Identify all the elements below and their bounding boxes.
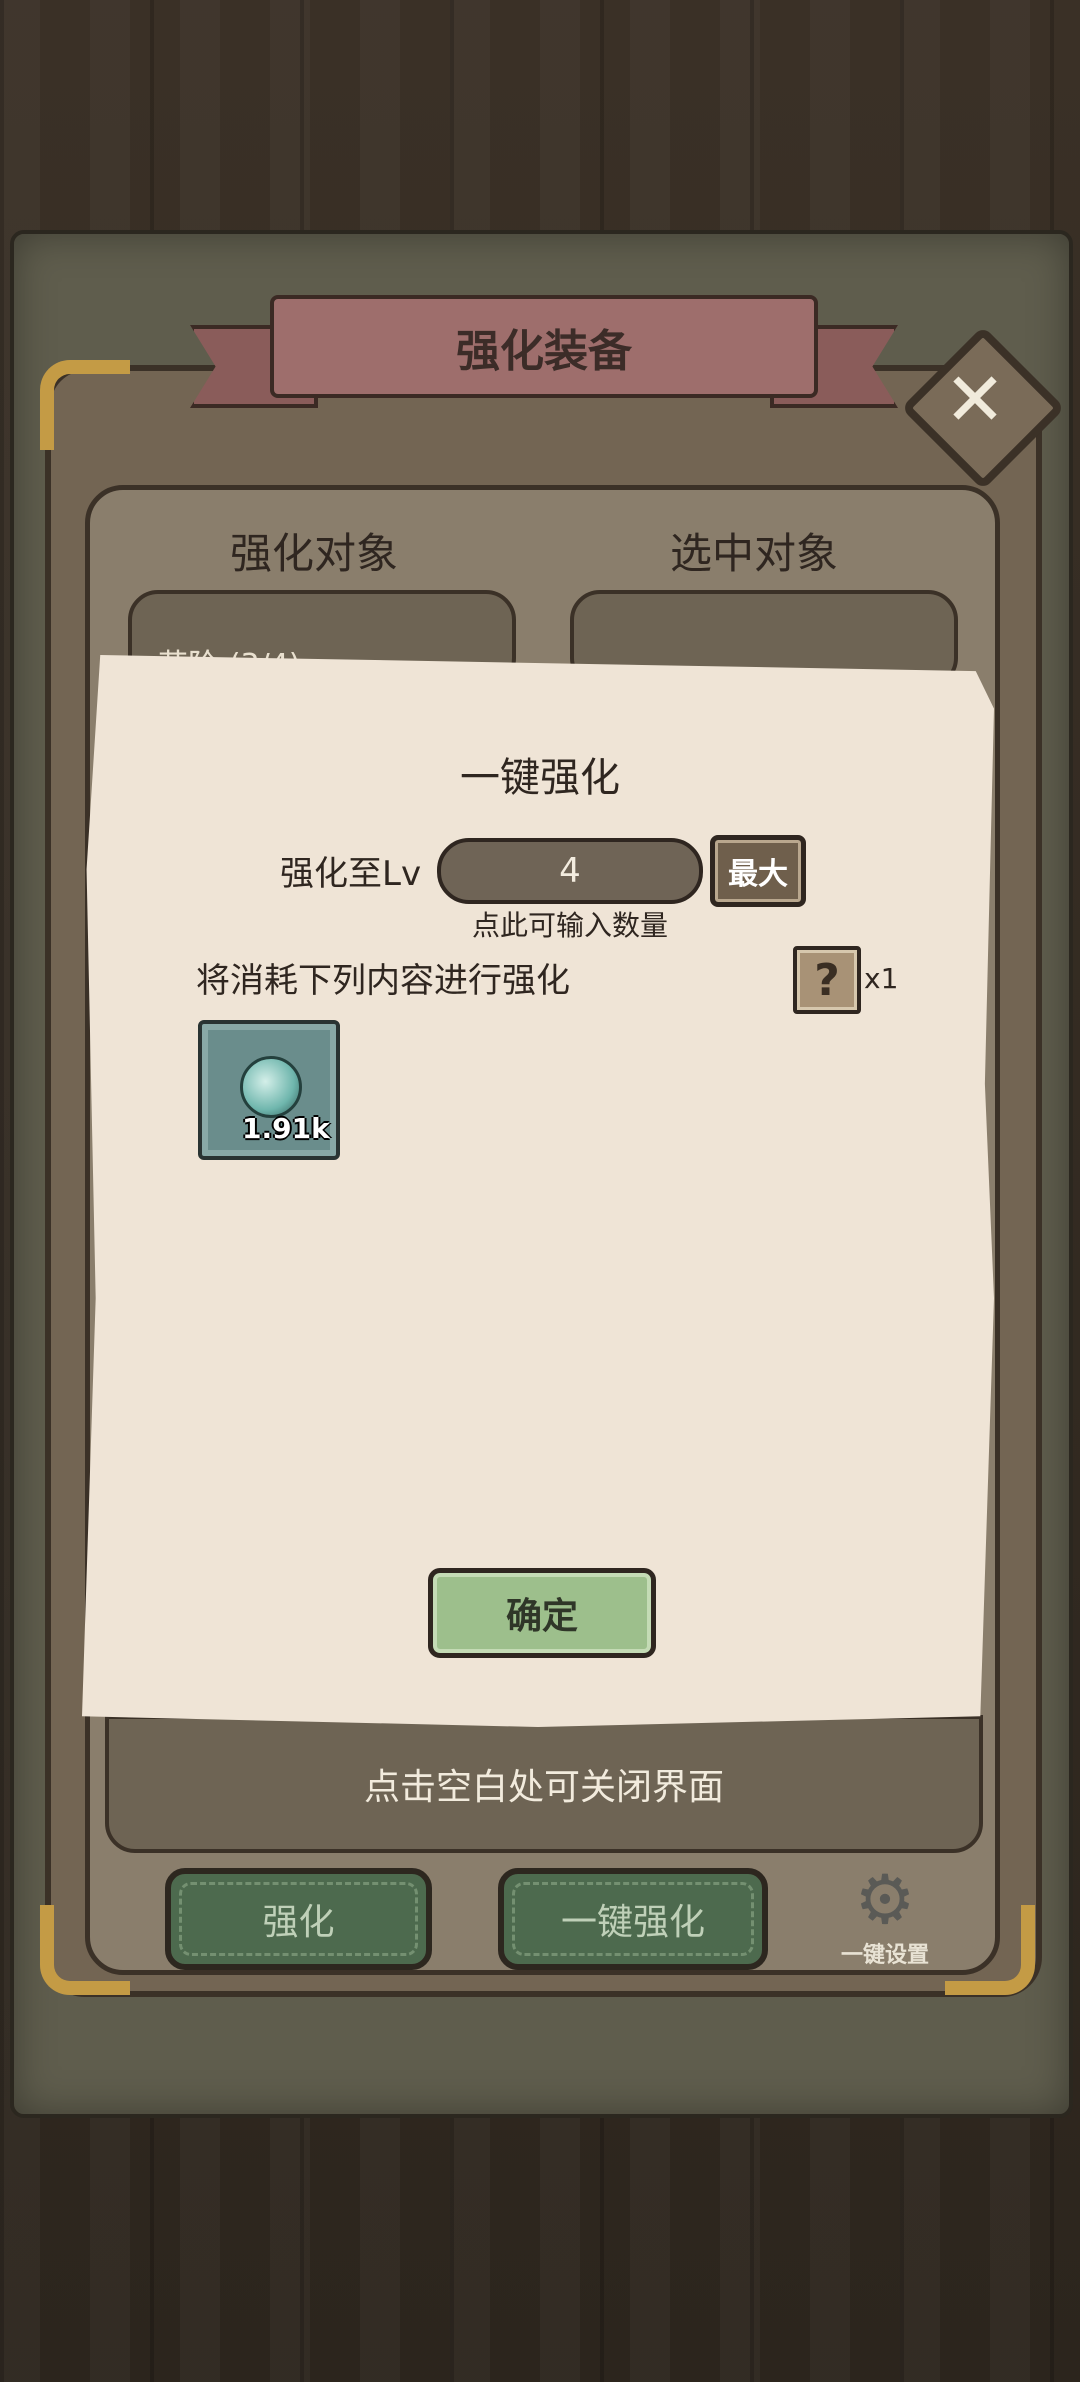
confirm-button[interactable]: 确定 xyxy=(428,1568,656,1658)
cost-item-count: x1 xyxy=(864,962,899,995)
enhance-target-heading: 强化对象 xyxy=(230,529,399,578)
material-count: 1.91k xyxy=(242,1112,330,1145)
page-title: 强化装备 xyxy=(270,295,818,398)
consume-label: 将消耗下列内容进行强化 xyxy=(196,961,570,1001)
target-level-input[interactable]: 4 xyxy=(437,838,703,904)
input-hint: 点此可输入数量 xyxy=(471,909,668,942)
one-click-settings-button[interactable]: ⚙ 一键设置 xyxy=(825,1865,945,1975)
selected-target-heading: 选中对象 xyxy=(670,529,839,578)
corner-ornament xyxy=(40,360,130,450)
one-click-settings-label: 一键设置 xyxy=(840,1943,929,1968)
question-icon[interactable]: ? xyxy=(793,946,861,1014)
gear-icon: ⚙ xyxy=(854,1861,916,1940)
max-level-button[interactable]: 最大 xyxy=(710,835,806,907)
one-click-enhance-button-label: 一键强化 xyxy=(560,1902,705,1943)
close-icon: ✕ xyxy=(943,357,1006,443)
dialog-title: 一键强化 xyxy=(460,755,620,801)
gem-icon xyxy=(240,1056,302,1118)
material-item[interactable]: 1.91k xyxy=(198,1020,340,1160)
target-level-label: 强化至Lv xyxy=(280,854,422,894)
close-hint[interactable]: 点击空白处可关闭界面 xyxy=(105,1715,983,1853)
one-click-enhance-button[interactable]: 一键强化 xyxy=(498,1868,768,1970)
enhance-button[interactable]: 强化 xyxy=(165,1868,432,1970)
close-button[interactable]: ✕ xyxy=(900,325,1066,491)
enhance-button-label: 强化 xyxy=(262,1902,335,1943)
one-click-enhance-dialog xyxy=(82,655,994,1727)
